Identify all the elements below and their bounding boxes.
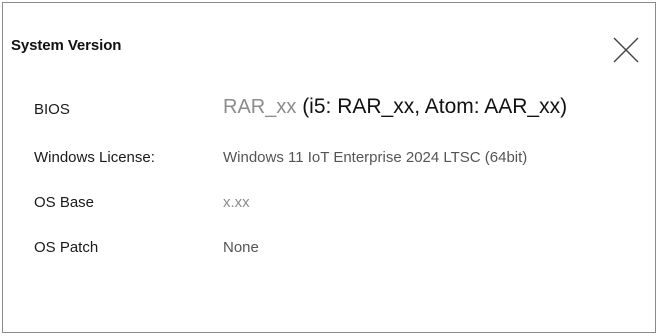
windows-license-value: Windows 11 IoT Enterprise 2024 LTSC (64b…: [223, 149, 528, 166]
os-patch-label: OS Patch: [34, 239, 99, 256]
close-x-icon: [613, 37, 639, 63]
os-base-label: OS Base: [34, 194, 95, 211]
bios-value: RAR_xx (i5: RAR_xx, Atom: AAR_xx): [223, 95, 567, 119]
dialog-title: System Version: [11, 37, 122, 54]
windows-license-label: Windows License:: [34, 149, 155, 166]
bios-version: RAR_xx: [223, 96, 297, 118]
close-button[interactable]: [613, 37, 639, 63]
os-patch-value: None: [223, 239, 259, 256]
system-version-dialog: System Version BIOS RAR_xx (i5: RAR_xx, …: [2, 2, 656, 333]
bios-label: BIOS: [34, 101, 70, 118]
os-base-value: x.xx: [223, 194, 250, 211]
bios-version-note: (i5: RAR_xx, Atom: AAR_xx): [296, 95, 568, 118]
